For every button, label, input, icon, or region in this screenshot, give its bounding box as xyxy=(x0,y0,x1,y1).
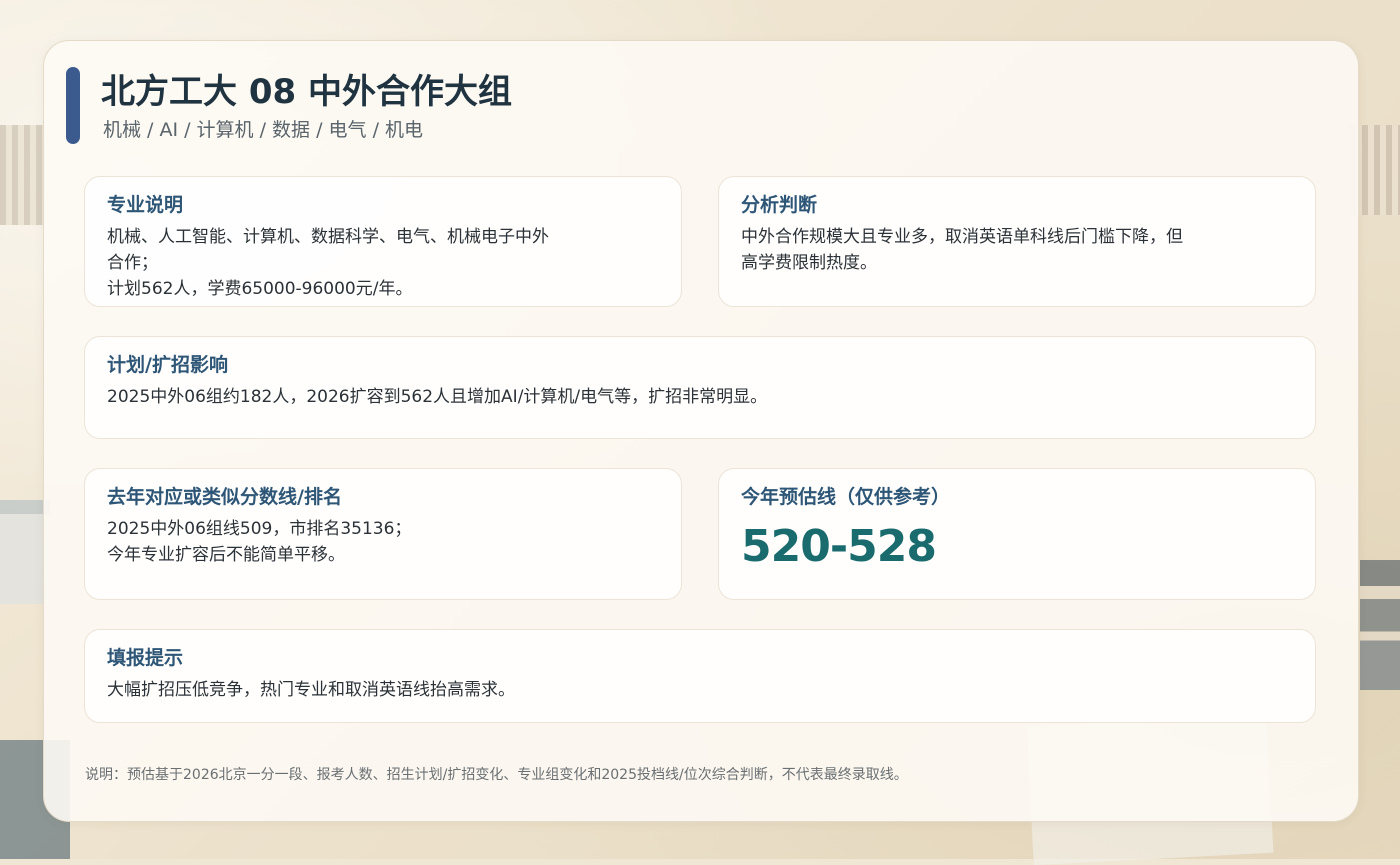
card-line: 今年专业扩容后不能简单平移。 xyxy=(107,545,345,565)
footnote: 说明：预估基于2026北京一分一段、报考人数、招生计划/扩招变化、专业组变化和2… xyxy=(85,767,908,783)
estimate-score-value: 520-528 xyxy=(741,521,937,572)
card-body: 大幅扩招压低竞争，热门专业和取消英语线抬高需求。 xyxy=(107,677,515,703)
card-line: 中外合作规模大且专业多，取消英语单科线后门槛下降，但 xyxy=(741,227,1183,247)
card-heading: 专业说明 xyxy=(107,194,184,216)
card-plan-impact: 计划/扩招影响 2025中外06组约182人，2026扩容到562人且增加AI/… xyxy=(84,336,1316,439)
card-line: 大幅扩招压低竞争，热门专业和取消英语线抬高需求。 xyxy=(107,680,515,700)
card-heading: 分析判断 xyxy=(741,194,818,216)
card-last-year-score: 去年对应或类似分数线/排名 2025中外06组线509，市排名35136； 今年… xyxy=(84,468,682,600)
card-line: 机械、人工智能、计算机、数据科学、电气、机械电子中外 xyxy=(107,227,549,247)
card-estimate: 今年预估线（仅供参考） 520-528 xyxy=(718,468,1316,600)
title-accent-bar xyxy=(66,67,80,144)
card-line: 2025中外06组约182人，2026扩容到562人且增加AI/计算机/电气等，… xyxy=(107,387,768,407)
card-line: 计划562人，学费65000-96000元/年。 xyxy=(107,279,413,299)
card-line: 高学费限制热度。 xyxy=(741,253,877,273)
card-filling-tips: 填报提示 大幅扩招压低竞争，热门专业和取消英语线抬高需求。 xyxy=(84,629,1316,723)
card-line: 2025中外06组线509，市排名35136； xyxy=(107,519,412,539)
card-body: 中外合作规模大且专业多，取消英语单科线后门槛下降，但 高学费限制热度。 xyxy=(741,224,1183,276)
card-analysis: 分析判断 中外合作规模大且专业多，取消英语单科线后门槛下降，但 高学费限制热度。 xyxy=(718,176,1316,307)
page-subtitle: 机械 / AI / 计算机 / 数据 / 电气 / 机电 xyxy=(103,119,424,141)
card-major-description: 专业说明 机械、人工智能、计算机、数据科学、电气、机械电子中外 合作； 计划56… xyxy=(84,176,682,307)
background-books xyxy=(1360,560,1400,690)
page-title: 北方工大 08 中外合作大组 xyxy=(101,72,512,112)
card-heading: 填报提示 xyxy=(107,647,184,669)
card-body: 机械、人工智能、计算机、数据科学、电气、机械电子中外 合作； 计划562人，学费… xyxy=(107,224,549,302)
card-heading: 去年对应或类似分数线/排名 xyxy=(107,486,342,508)
card-line: 合作； xyxy=(107,253,158,273)
card-heading: 计划/扩招影响 xyxy=(107,354,228,376)
card-body: 2025中外06组约182人，2026扩容到562人且增加AI/计算机/电气等，… xyxy=(107,384,767,410)
card-body: 2025中外06组线509，市排名35136； 今年专业扩容后不能简单平移。 xyxy=(107,516,411,568)
background-building-left xyxy=(0,125,45,225)
card-heading: 今年预估线（仅供参考） xyxy=(741,486,951,508)
